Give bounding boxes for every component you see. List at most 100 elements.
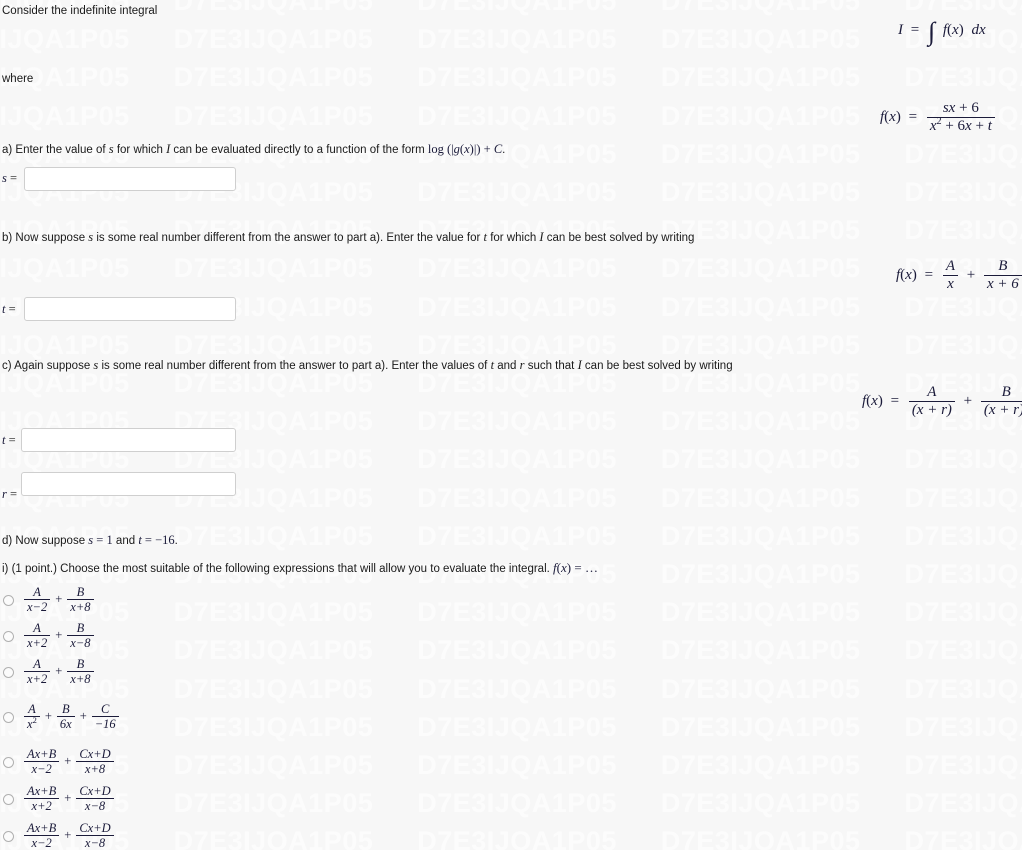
part-a-period: . — [502, 144, 506, 156]
part-a-s-input[interactable] — [24, 167, 236, 191]
formula-integral-integrand: f(x) dx — [942, 22, 986, 38]
formula-partial-b-term2: B x + 6 — [983, 258, 1022, 293]
option-expression: Ax+B x−2 + Cx+D x+8 — [22, 747, 116, 776]
option-fraction: Ax+B x−2 — [24, 821, 60, 850]
formula-integral: I = ∫ f(x) dx — [898, 19, 986, 44]
radio-button-option-2[interactable] — [3, 630, 14, 642]
part-a-input-label-eq: = — [10, 171, 18, 185]
option-fraction: Bx+8 — [67, 657, 94, 686]
option-fraction-denominator: x−2 — [24, 761, 60, 776]
part-d-sub-i-dots: … — [584, 560, 598, 575]
part-d-assign-t: t = −16 — [138, 533, 175, 547]
option-fraction-numerator: Cx+D — [79, 747, 111, 761]
formula-fx-denominator: x2 + 6x + t — [926, 116, 995, 135]
option-row[interactable]: Ax+2 + Bx−8 — [3, 621, 96, 650]
option-fraction-denominator: x−8 — [67, 635, 94, 650]
part-d-sub-i-eq: = — [574, 560, 582, 575]
part-a-text-after: can be evaluated directly to a function … — [170, 144, 428, 156]
option-fraction-numerator: Cx+D — [79, 784, 111, 798]
part-b-t-input[interactable] — [24, 297, 236, 321]
option-fraction-denominator: x+2 — [24, 798, 60, 813]
formula-partial-b-lhs: f(x) — [896, 267, 917, 284]
part-d-assign-s: s = 1 — [88, 533, 113, 547]
option-fraction-numerator: B — [76, 657, 85, 671]
radio-button-option-7[interactable] — [3, 830, 14, 842]
part-d-sub-i-text: i) (1 point.) Choose the most suitable o… — [2, 563, 550, 575]
option-fraction: Cx+D x+8 — [76, 747, 114, 776]
option-fraction-denominator: x2 — [24, 716, 40, 731]
part-c-t-input[interactable] — [21, 428, 236, 452]
part-a-text-before: a) Enter the value of — [2, 144, 109, 156]
option-plus-sign: + — [55, 664, 63, 678]
option-row[interactable]: Ax+B x+2 + Cx+D x−8 — [3, 784, 116, 813]
option-expression: Ax+B x−2 + Cx+D x−8 — [22, 821, 116, 850]
radio-button-option-5[interactable] — [3, 756, 14, 768]
option-fraction: B 6x — [56, 702, 75, 731]
part-c-t-label-var: t — [2, 433, 6, 447]
option-expression: Ax2 + B 6x + C −16 — [22, 702, 121, 731]
option-plus-sign: + — [79, 709, 87, 723]
option-fraction-numerator: A — [33, 621, 41, 635]
part-d-text-and: and — [112, 535, 139, 547]
option-fraction-numerator: A — [33, 657, 41, 671]
formula-partial-b-term1-num: A — [945, 258, 955, 274]
option-expression: Ax−2 + Bx+8 — [22, 585, 96, 614]
formula-partial-c-equals: = — [890, 393, 900, 410]
option-row[interactable]: Ax2 + B 6x + C −16 — [3, 702, 121, 731]
part-c-text-mid: is some real number different from the a… — [98, 360, 491, 372]
part-c-text-and: and — [494, 360, 520, 372]
part-d-period: . — [174, 535, 178, 547]
part-d-text-before: d) Now suppose — [2, 535, 89, 547]
part-c-text-after: can be best solved by writing — [581, 360, 733, 372]
part-c-r-label-eq: = — [10, 487, 18, 501]
option-plus-sign: + — [44, 709, 52, 723]
radio-button-option-4[interactable] — [3, 711, 14, 723]
formula-partial-c-term1-num: A — [927, 384, 937, 400]
part-a-question: a) Enter the value of s for which I can … — [2, 142, 505, 158]
intro-line-consider: Consider the indefinite integral — [2, 5, 158, 17]
formula-partial-b: f(x) = A x + B x + 6 — [896, 258, 1022, 293]
option-row[interactable]: Ax−2 + Bx+8 — [3, 585, 96, 614]
radio-button-option-1[interactable] — [3, 594, 14, 606]
option-row[interactable]: Ax+B x−2 + Cx+D x+8 — [3, 747, 116, 776]
formula-fx-definition: f(x) = sx + 6 x2 + 6x + t — [880, 100, 997, 135]
part-c-question: c) Again suppose s is some real number d… — [2, 358, 733, 374]
option-fraction-denominator: x+2 — [24, 635, 51, 650]
option-fraction: Ax2 — [24, 702, 40, 731]
option-fraction: Ax+B x+2 — [24, 784, 60, 813]
option-fraction-denominator: x+8 — [76, 761, 114, 776]
option-fraction-numerator: B — [76, 621, 85, 635]
option-fraction-denominator: x+8 — [67, 671, 94, 686]
option-fraction: C −16 — [91, 702, 119, 731]
option-fraction-denominator: x+8 — [67, 599, 94, 614]
intro-line-where: where — [2, 73, 34, 85]
part-a-input-label: s = — [2, 171, 17, 186]
formula-partial-c-term1: A (x + r) — [908, 384, 955, 419]
formula-partial-c-term1-den: (x + r) — [908, 400, 955, 419]
radio-button-option-3[interactable] — [3, 666, 14, 678]
option-plus-sign: + — [55, 592, 63, 606]
part-c-r-input[interactable] — [21, 472, 236, 496]
part-c-r-input-label: r = — [2, 487, 17, 502]
option-fraction-denominator: x−2 — [24, 599, 51, 614]
option-fraction: Ax+2 — [24, 657, 51, 686]
part-b-text-mid2: for which — [487, 232, 540, 244]
option-fraction: Ax−2 — [24, 585, 51, 614]
option-plus-sign: + — [55, 628, 63, 642]
option-fraction-denominator: x−8 — [76, 798, 114, 813]
formula-partial-b-plus: + — [966, 267, 976, 284]
option-fraction-numerator: Ax+B — [27, 821, 57, 835]
option-plus-sign: + — [64, 828, 72, 842]
option-row[interactable]: Ax+B x−2 + Cx+D x−8 — [3, 821, 116, 850]
option-fraction-denominator: x−2 — [24, 835, 60, 850]
option-expression: Ax+B x+2 + Cx+D x−8 — [22, 784, 116, 813]
part-b-input-label-eq: = — [8, 302, 16, 316]
option-fraction-denominator: −16 — [91, 716, 119, 731]
formula-partial-b-term2-num: B — [998, 258, 1008, 274]
option-fraction: Bx−8 — [67, 621, 94, 650]
formula-fx-lhs: f(x) — [880, 109, 901, 126]
radio-button-option-6[interactable] — [3, 793, 14, 805]
option-fraction-numerator: Ax+B — [27, 747, 57, 761]
part-c-t-input-label: t = — [2, 433, 16, 448]
option-row[interactable]: Ax+2 + Bx+8 — [3, 657, 96, 686]
